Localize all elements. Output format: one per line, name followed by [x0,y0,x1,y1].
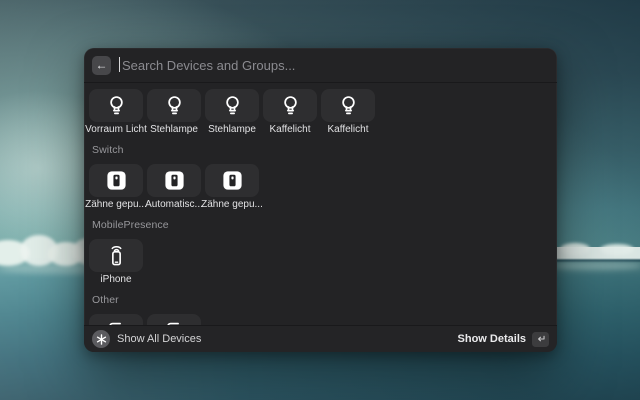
device-item: Kaffelicht [263,89,317,136]
device-tile[interactable] [147,89,201,122]
device-tile[interactable] [89,239,143,272]
tile-label: iPhone [100,274,131,286]
device-search-panel: ← [84,48,557,352]
result-section: Vorraum Licht [89,89,551,136]
device-tile[interactable] [89,314,143,325]
show-details-label: Show Details [458,333,526,345]
device-tile[interactable] [89,164,143,197]
tile-label: Vorraum Licht [85,124,147,136]
tile-label: Stehlampe [208,124,256,136]
section-row: Zähne gepu... [89,164,551,211]
asterisk-app-icon [92,330,110,348]
lightbulb-icon [105,94,128,117]
device-item: Kaffelicht [321,89,375,136]
device-item: Zähne gepu... [205,164,259,211]
result-section: MobilePresence [89,219,551,286]
search-input[interactable] [119,58,549,73]
switch-icon [221,169,244,192]
lightbulb-icon [279,94,302,117]
device-tile[interactable] [147,164,201,197]
results-list: Vorraum Licht [84,83,557,325]
device-item: Vorraum Licht [89,89,143,136]
search-field-wrap [119,48,549,82]
result-section: Switch [89,144,551,211]
tile-label: Zähne gepu... [85,199,147,211]
tree-reflection [552,262,640,270]
back-button[interactable]: ← [92,56,111,75]
section-row: Vorraum Licht [89,89,551,136]
device-item: Stehlampe [205,89,259,136]
tile-label: Kaffelicht [270,124,311,136]
device-item [89,314,143,325]
show-all-devices-button[interactable]: Show All Devices [92,330,201,348]
section-row [89,314,551,325]
result-section: Other [89,294,551,325]
switch-icon [163,169,186,192]
section-row: iPhone [89,239,551,286]
switch-icon [105,169,128,192]
device-tile[interactable] [205,89,259,122]
lightbulb-icon [221,94,244,117]
device-tile[interactable] [89,89,143,122]
section-header: MobilePresence [92,219,551,231]
device-item: iPhone [89,239,143,286]
device-tile[interactable] [321,89,375,122]
lightbulb-icon [337,94,360,117]
tile-label: Stehlampe [150,124,198,136]
text-caret [119,57,120,72]
search-bar: ← [84,48,557,83]
section-header: Other [92,294,551,306]
tile-label: Kaffelicht [328,124,369,136]
device-item: Automatisc... [147,164,201,211]
device-tile[interactable] [205,164,259,197]
iphone-presence-icon [105,244,128,267]
return-key-icon [532,332,549,347]
section-header: Switch [92,144,551,156]
device-tile[interactable] [263,89,317,122]
show-all-devices-label: Show All Devices [117,333,201,345]
lightbulb-icon [163,94,186,117]
tile-label: Automatisc... [145,199,203,211]
footer-bar: Show All Devices Show Details [84,325,557,352]
device-item: Zähne gepu... [89,164,143,211]
device-tile[interactable] [147,314,201,325]
arrow-left-icon: ← [96,59,108,71]
tile-label: Zähne gepu... [201,199,263,211]
show-details-button[interactable]: Show Details [458,332,549,347]
device-item: Stehlampe [147,89,201,136]
device-item [147,314,201,325]
